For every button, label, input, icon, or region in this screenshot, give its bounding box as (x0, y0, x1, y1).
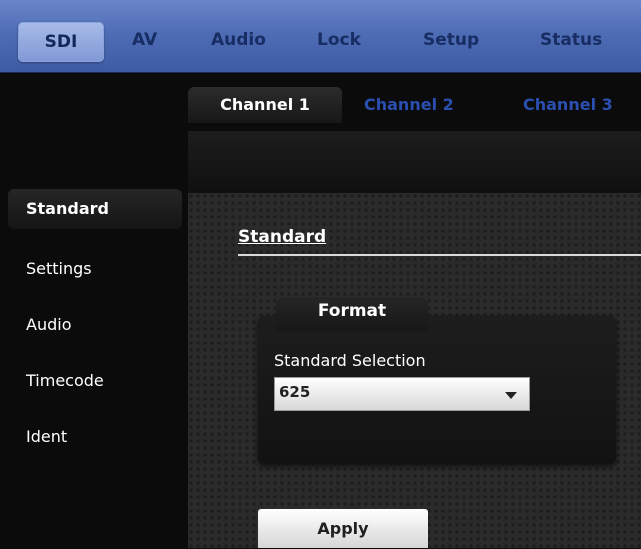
apply-button[interactable]: Apply (258, 509, 428, 548)
tab-audio[interactable]: Audio (211, 30, 266, 50)
toolbar-strip (188, 131, 641, 193)
tab-channel-2[interactable]: Channel 2 (364, 87, 454, 123)
sidebar-item-settings[interactable]: Settings (26, 259, 92, 278)
tab-channel-3[interactable]: Channel 3 (523, 87, 613, 123)
sidebar-item-timecode[interactable]: Timecode (26, 371, 104, 390)
channel-tab-bar: Channel 1 Channel 2 Channel 3 (0, 73, 641, 131)
content-panel: Standard Format Standard Selection 625 A… (188, 193, 641, 548)
section-divider (238, 254, 641, 256)
sidebar-item-ident[interactable]: Ident (26, 427, 67, 446)
format-group-tab: Format (276, 297, 428, 331)
standard-selection-value: 625 (279, 383, 311, 401)
top-nav: SDI AV Audio Lock Setup Status (0, 0, 641, 73)
sidebar: Standard Settings Audio Timecode Ident (0, 189, 188, 548)
tab-av[interactable]: AV (132, 30, 157, 50)
section-title: Standard (238, 227, 327, 247)
caret-down-icon (505, 392, 517, 399)
sidebar-item-standard[interactable]: Standard (8, 189, 182, 229)
standard-selection-label: Standard Selection (274, 351, 426, 370)
sidebar-item-audio[interactable]: Audio (26, 315, 71, 334)
tab-sdi[interactable]: SDI (18, 22, 104, 62)
tab-lock[interactable]: Lock (317, 30, 361, 50)
standard-selection-dropdown[interactable]: 625 (274, 377, 530, 411)
tab-setup[interactable]: Setup (423, 30, 479, 50)
tab-status[interactable]: Status (540, 30, 602, 50)
tab-channel-1[interactable]: Channel 1 (188, 87, 342, 123)
